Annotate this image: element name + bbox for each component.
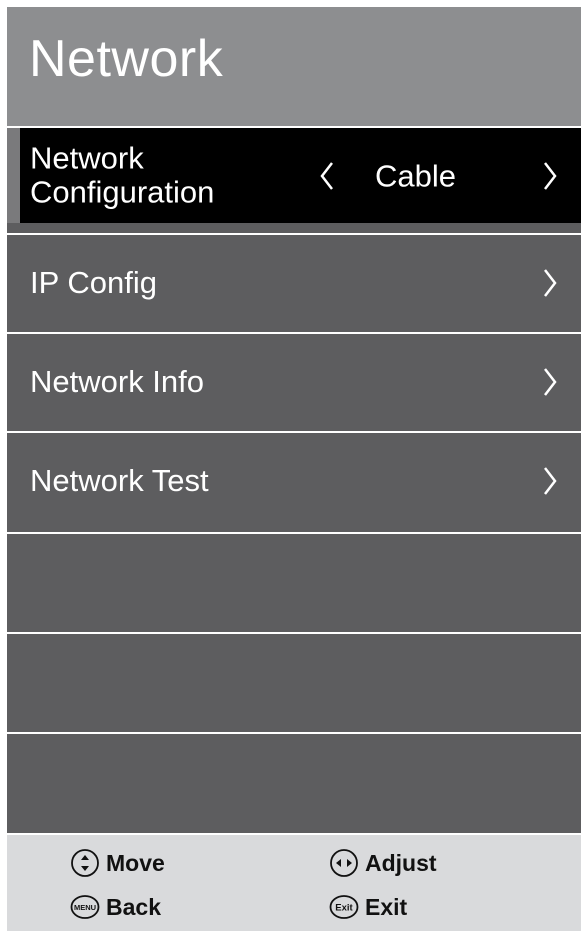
- menu-item-network-configuration[interactable]: Network Configuration Cable: [7, 126, 581, 223]
- hint-exit: Exit Exit: [329, 893, 407, 921]
- hint-back: MENU Back: [70, 893, 161, 921]
- menu-icon: MENU: [70, 895, 100, 919]
- hint-adjust-label: Adjust: [365, 849, 437, 876]
- menu-header: Network: [7, 7, 581, 126]
- svg-text:MENU: MENU: [74, 903, 96, 912]
- network-configuration-value: Cable: [375, 158, 456, 193]
- menu-item-label: IP Config: [30, 264, 157, 300]
- hint-adjust: Adjust: [329, 849, 437, 877]
- page-title: Network: [29, 30, 224, 88]
- key-hints-footer: Move Adjust MENU Back Exit Exit: [7, 833, 581, 931]
- chevron-left-icon[interactable]: [317, 159, 337, 193]
- menu-item-label: Network Info: [30, 363, 205, 399]
- menu-item-ip-config[interactable]: IP Config: [7, 233, 581, 330]
- menu-item-network-test[interactable]: Network Test: [7, 431, 581, 528]
- selection-indicator: [7, 128, 20, 223]
- hint-back-label: Back: [106, 893, 161, 920]
- exit-icon: Exit: [329, 895, 359, 919]
- hint-move-label: Move: [106, 849, 165, 876]
- menu-item-label: Network Configuration: [30, 139, 215, 210]
- menu-item-network-info[interactable]: Network Info: [7, 332, 581, 429]
- svg-text:Exit: Exit: [335, 903, 353, 914]
- hint-move: Move: [70, 849, 165, 877]
- chevron-right-icon[interactable]: [540, 159, 560, 193]
- empty-menu-row: [7, 732, 581, 833]
- empty-menu-row: [7, 632, 581, 729]
- chevron-right-icon: [544, 367, 557, 396]
- empty-menu-row: [7, 532, 581, 629]
- up-down-icon: [71, 849, 99, 877]
- chevron-right-icon: [544, 268, 557, 297]
- left-right-icon: [330, 849, 358, 877]
- chevron-right-icon: [544, 466, 557, 495]
- hint-exit-label: Exit: [365, 893, 408, 920]
- network-menu-panel: Network Network Configuration Cable IP C…: [7, 7, 581, 931]
- menu-item-label: Network Test: [30, 462, 209, 498]
